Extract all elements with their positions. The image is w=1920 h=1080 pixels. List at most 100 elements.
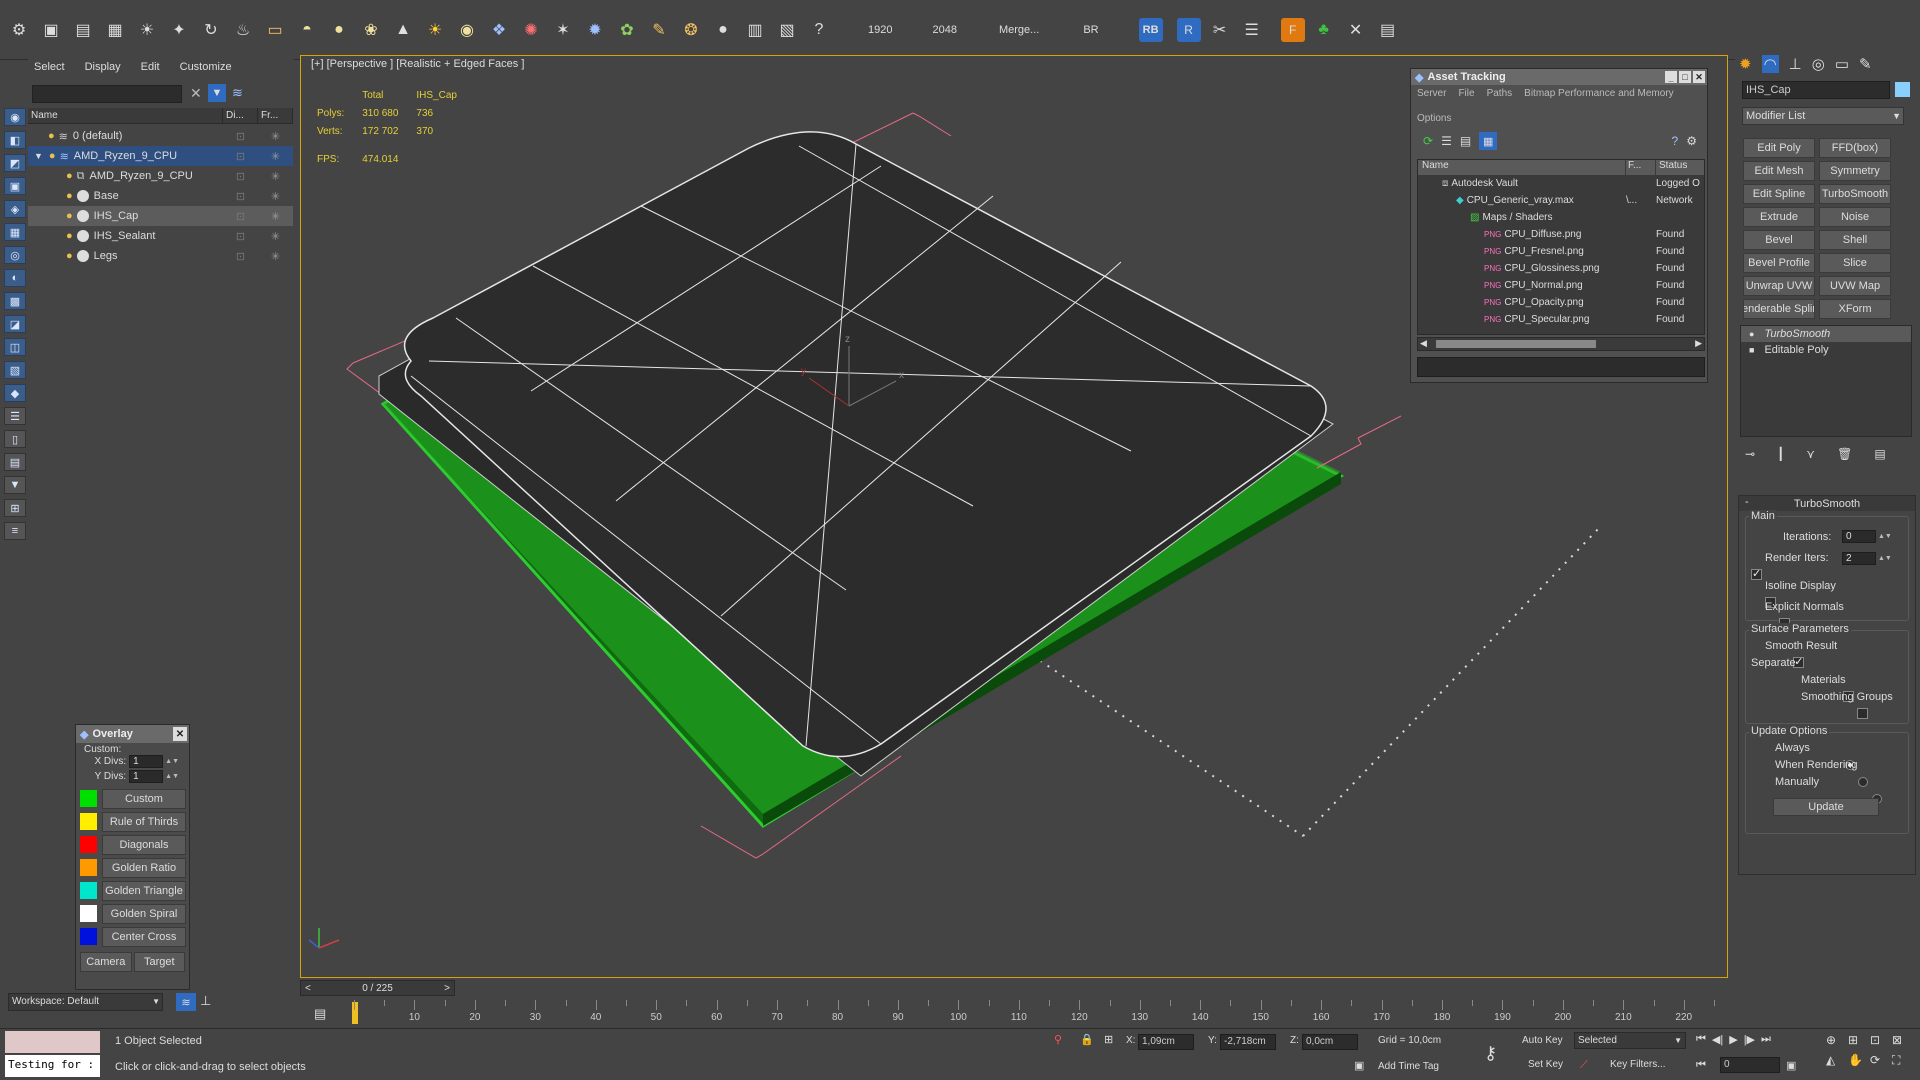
- next-frame-icon[interactable]: >: [444, 983, 450, 994]
- tools-icon[interactable]: ✂: [1207, 17, 1233, 43]
- iterations-spinner[interactable]: 0 ▲▼: [1842, 530, 1892, 543]
- asset-row[interactable]: ▨ Maps / Shaders: [1418, 209, 1704, 226]
- current-frame-field[interactable]: 0: [1720, 1057, 1780, 1073]
- color-swatch[interactable]: [80, 882, 97, 899]
- fur-icon[interactable]: ✶: [550, 17, 576, 43]
- hierarchy-icon[interactable]: ⊞: [4, 499, 26, 517]
- unwrap-uvw-button[interactable]: Unwrap UVW: [1743, 276, 1815, 296]
- helper-icon[interactable]: ▦: [4, 223, 26, 241]
- sun-icon[interactable]: ☀: [422, 17, 448, 43]
- tree-row[interactable]: ● Legs ⊡ ✳: [28, 246, 293, 266]
- clear-search-icon[interactable]: ✕: [190, 85, 202, 102]
- mesh-light-icon[interactable]: ❀: [358, 17, 384, 43]
- visibility-bulb-icon[interactable]: ●: [66, 170, 73, 182]
- freeze-toggle-icon[interactable]: ✳: [258, 130, 293, 143]
- bone-icon[interactable]: ◫: [4, 338, 26, 356]
- time-config-icon[interactable]: ▣: [1786, 1059, 1796, 1072]
- prev-frame-icon[interactable]: <: [305, 983, 311, 994]
- time-slider-thumb[interactable]: < 0 / 225 >: [300, 980, 455, 996]
- slice-button[interactable]: Slice: [1819, 253, 1891, 273]
- teapot-icon[interactable]: ♨: [230, 17, 256, 43]
- xdivs-spinner[interactable]: 1 ▲▼: [129, 755, 179, 768]
- visibility-bulb-icon[interactable]: ●: [49, 150, 56, 162]
- shell-icon[interactable]: ❂: [678, 17, 704, 43]
- rb-button[interactable]: RB: [1138, 18, 1163, 42]
- close-icon[interactable]: ✕: [1693, 71, 1705, 83]
- color-swatch[interactable]: [80, 928, 97, 945]
- col-full-path[interactable]: F...: [1626, 160, 1656, 175]
- xform-button[interactable]: XForm: [1819, 299, 1891, 319]
- spinner-arrows-icon[interactable]: ▲▼: [165, 758, 179, 765]
- ffd-box-button[interactable]: FFD(box): [1819, 138, 1891, 158]
- display-toggle-icon[interactable]: ⊡: [223, 150, 258, 163]
- filter-toggle-icon[interactable]: ▼: [208, 84, 226, 102]
- br-button[interactable]: BR: [1083, 24, 1098, 36]
- xref-icon[interactable]: ◆: [4, 384, 26, 402]
- extrude-button[interactable]: Extrude: [1743, 207, 1815, 227]
- proxy-icon[interactable]: ❖: [486, 17, 512, 43]
- merge-button[interactable]: Merge...: [999, 24, 1039, 36]
- scene-search-input[interactable]: [32, 85, 182, 103]
- layer-icon[interactable]: ≡: [4, 522, 26, 540]
- go-to-end-icon[interactable]: ⏭: [1761, 1033, 1771, 1046]
- freeze-toggle-icon[interactable]: ✳: [258, 190, 293, 203]
- overlay-custom-button[interactable]: Custom: [102, 788, 186, 809]
- modifier-list-dropdown[interactable]: Modifier List ▼: [1742, 107, 1904, 125]
- light-lister-icon[interactable]: ☀: [134, 17, 160, 43]
- hierarchy-tab-icon[interactable]: ⊥: [1789, 55, 1802, 73]
- hierarchy-icon[interactable]: ⊥: [200, 993, 211, 1009]
- freeze-toggle-icon[interactable]: ✳: [258, 230, 293, 243]
- go-to-start-icon[interactable]: ⏮: [1696, 1033, 1706, 1046]
- asset-path-field[interactable]: [1417, 357, 1705, 377]
- close-icon[interactable]: ✕: [173, 727, 187, 741]
- render-frame-icon[interactable]: ▣: [38, 17, 64, 43]
- page-icon[interactable]: ▯: [4, 430, 26, 448]
- dome-icon[interactable]: ◓: [294, 17, 320, 43]
- y-coord-field[interactable]: -2,718cm: [1220, 1034, 1276, 1050]
- overlay-titlebar[interactable]: ◆ Overlay ✕: [76, 725, 189, 743]
- menu-options[interactable]: Options: [1417, 113, 1451, 124]
- zoom-extents-all-icon[interactable]: ⊠: [1892, 1033, 1914, 1047]
- layer-manager-icon[interactable]: ≋: [176, 993, 196, 1011]
- zoom-all-icon[interactable]: ⊞: [1848, 1033, 1870, 1047]
- tree-row[interactable]: ● IHS_Sealant ⊡ ✳: [28, 226, 293, 246]
- key-icon[interactable]: ⚷: [1484, 1043, 1497, 1064]
- collapse-minus-icon[interactable]: -: [1745, 496, 1749, 508]
- particles-icon[interactable]: ✺: [518, 17, 544, 43]
- modify-tab-icon[interactable]: ◠: [1761, 55, 1779, 73]
- overlay-golden-ratio-button[interactable]: Golden Ratio: [102, 857, 186, 878]
- bevel-button[interactable]: Bevel: [1743, 230, 1815, 250]
- add-time-tag[interactable]: Add Time Tag: [1378, 1061, 1439, 1072]
- freeze-toggle-icon[interactable]: ✳: [258, 150, 293, 163]
- fp-icon[interactable]: F: [1280, 18, 1305, 42]
- edit-spline-button[interactable]: Edit Spline: [1743, 184, 1815, 204]
- overlay-center-cross-button[interactable]: Center Cross: [102, 926, 186, 947]
- target-button[interactable]: Target: [133, 952, 185, 972]
- z-coord-field[interactable]: 0,0cm: [1302, 1034, 1358, 1050]
- menu-file[interactable]: File: [1458, 88, 1474, 99]
- spinner-arrows-icon[interactable]: ▲▼: [165, 773, 179, 780]
- symmetry-button[interactable]: Symmetry: [1819, 161, 1891, 181]
- uvw-map-button[interactable]: UVW Map: [1819, 276, 1891, 296]
- cone-light-icon[interactable]: ▲: [390, 17, 416, 43]
- geometry-icon[interactable]: ◎: [4, 246, 26, 264]
- display-icon[interactable]: ◧: [4, 131, 26, 149]
- next-key-icon[interactable]: |▶: [1744, 1033, 1755, 1046]
- iterations-value[interactable]: 0: [1842, 530, 1876, 543]
- display-toggle-icon[interactable]: ⊡: [223, 230, 258, 243]
- mini-curve-editor-icon[interactable]: ▤: [314, 1006, 326, 1022]
- ambient-light-icon[interactable]: ◉: [454, 17, 480, 43]
- color-swatch[interactable]: [80, 813, 97, 830]
- overlay-rule-of-thirds-button[interactable]: Rule of Thirds: [102, 811, 186, 832]
- asset-row[interactable]: PNG CPU_Opacity.png Found: [1418, 294, 1704, 311]
- spinner-arrows-icon[interactable]: ▲▼: [1878, 555, 1892, 562]
- key-filters-button[interactable]: Key Filters...: [1610, 1059, 1666, 1070]
- workspace-dropdown[interactable]: Workspace: Default ▼: [8, 993, 163, 1011]
- expand-arrow-icon[interactable]: ▼: [34, 151, 43, 161]
- set-key-button[interactable]: Set Key: [1528, 1059, 1563, 1070]
- maximize-icon[interactable]: □: [1679, 71, 1691, 83]
- col-status[interactable]: Status: [1656, 160, 1704, 175]
- freeze-toggle-icon[interactable]: ✳: [258, 210, 293, 223]
- menu-customize[interactable]: Customize: [180, 61, 232, 73]
- rotate-icon[interactable]: ↻: [198, 17, 224, 43]
